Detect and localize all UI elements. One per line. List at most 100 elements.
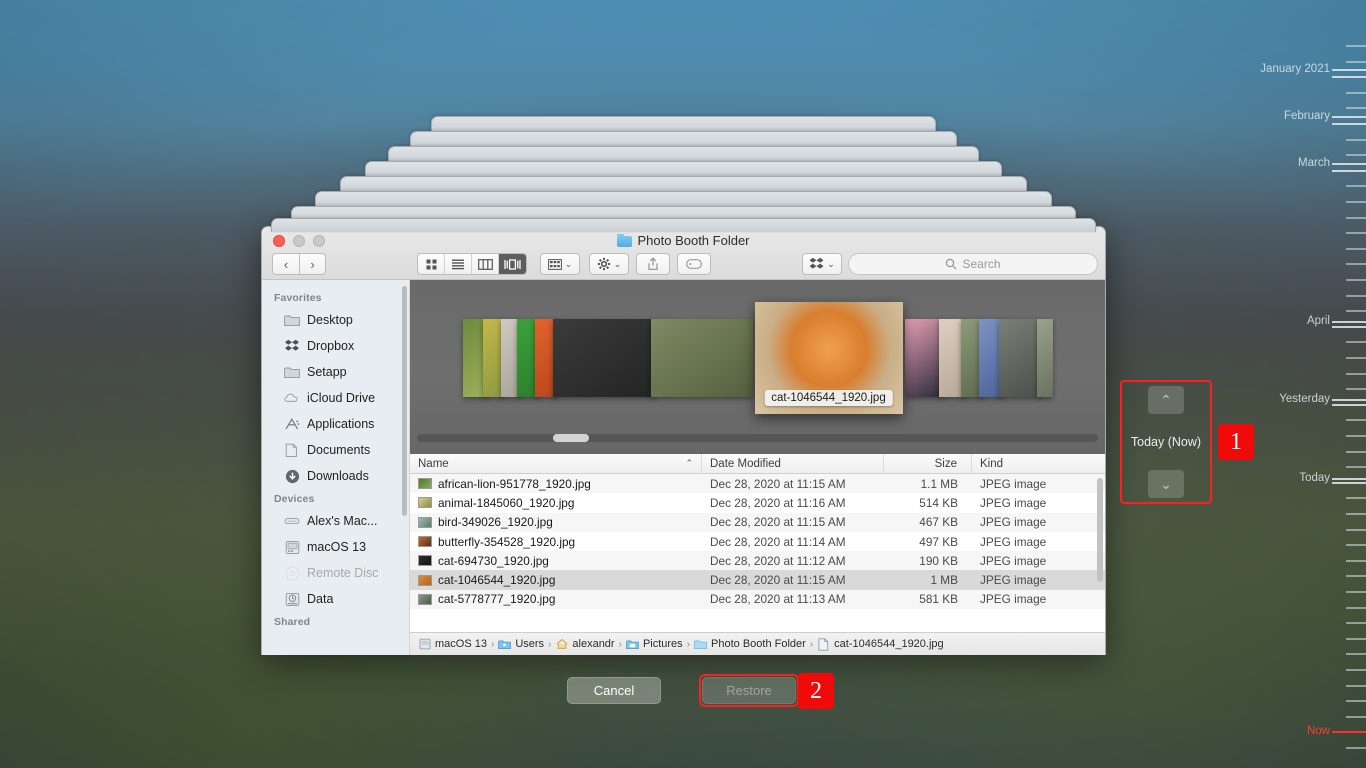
sort-ascending-icon: ⌃ <box>685 458 693 469</box>
sidebar-item-setapp[interactable]: Setapp <box>262 359 409 385</box>
dropbox-button[interactable]: ⌄ <box>802 253 842 275</box>
coverflow-scroll-thumb[interactable] <box>553 434 589 442</box>
timemachine-disk-icon <box>284 591 300 607</box>
group-by-button[interactable]: ⌄ <box>540 253 580 275</box>
timeline-tick <box>1332 404 1366 406</box>
breadcrumb-segment[interactable]: macOS 13 <box>418 638 487 651</box>
timeline-label[interactable]: February <box>1284 110 1330 122</box>
file-list-scrollbar[interactable] <box>1097 478 1103 582</box>
timeline-label[interactable]: Today <box>1299 472 1330 484</box>
timemachine-current-date-label: Today (Now) <box>1131 435 1201 449</box>
column-header-date[interactable]: Date Modified <box>702 454 884 474</box>
coverflow-thumbnail[interactable] <box>905 319 943 397</box>
timeline-label[interactable]: Yesterday <box>1279 393 1330 405</box>
timeline-tick <box>1346 575 1366 577</box>
table-row[interactable]: cat-5778777_1920.jpgDec 28, 2020 at 11:1… <box>410 590 1105 609</box>
file-date-cell: Dec 28, 2020 at 11:12 AM <box>702 551 884 570</box>
table-row[interactable]: cat-694730_1920.jpg Dec 28, 2020 at 11:12… <box>410 551 1105 570</box>
timeline-tick <box>1346 716 1366 718</box>
file-kind-cell: JPEG image <box>972 570 1105 589</box>
breadcrumb-separator: › <box>687 639 690 650</box>
share-button[interactable] <box>636 253 670 275</box>
cloud-icon <box>284 390 300 406</box>
file-name-cell: african-lion-951778_1920.jpg <box>410 474 702 493</box>
column-view-button[interactable] <box>472 254 499 274</box>
file-name-text: cat-694730_1920.jpg <box>438 554 549 568</box>
coverflow-thumbnail[interactable] <box>553 319 655 397</box>
timeline-tick <box>1346 279 1366 281</box>
optical-disc-icon <box>284 565 300 581</box>
column-header-kind[interactable]: Kind <box>972 454 1105 474</box>
timeline-tick <box>1332 69 1366 71</box>
content-pane: cat-1046544_1920.jpg Name ⌃ Date Modifie… <box>410 280 1105 655</box>
sidebar-scrollbar[interactable] <box>402 286 407 516</box>
coverflow-scrollbar[interactable] <box>417 434 1098 442</box>
column-header-name[interactable]: Name ⌃ <box>410 454 702 474</box>
chevron-left-icon: ‹ <box>284 258 288 271</box>
breadcrumb-separator: › <box>548 639 551 650</box>
timeline-tick <box>1346 451 1366 453</box>
timeline-label[interactable]: January 2021 <box>1260 63 1330 75</box>
timeline-tick <box>1346 232 1366 234</box>
search-input[interactable]: Search <box>848 253 1098 275</box>
back-button[interactable]: ‹ <box>272 253 299 275</box>
tag-icon <box>686 259 702 269</box>
toolbar: ‹ › ⌄ <box>262 249 1105 279</box>
sidebar-item-icloud-drive[interactable]: iCloud Drive <box>262 385 409 411</box>
table-row[interactable]: butterfly-354528_1920.jpgDec 28, 2020 at… <box>410 532 1105 551</box>
timemachine-back-in-time-button[interactable]: ⌃ <box>1148 386 1184 414</box>
users-folder-icon <box>498 638 511 651</box>
coverflow-thumbnail[interactable] <box>651 319 753 397</box>
cancel-button[interactable]: Cancel <box>567 677 661 704</box>
timeline-label[interactable]: Now <box>1307 725 1330 737</box>
breadcrumb-segment[interactable]: Pictures <box>626 638 683 651</box>
timemachine-timeline[interactable]: January 2021 February March April Yesterday T… <box>1236 0 1366 768</box>
breadcrumb-segment[interactable]: Users <box>498 638 544 651</box>
sidebar-item-documents[interactable]: Documents <box>262 437 409 463</box>
sidebar-item-downloads[interactable]: Downloads <box>262 463 409 489</box>
sidebar-item-label: Dropbox <box>307 339 354 353</box>
sidebar-item-dropbox[interactable]: Dropbox <box>262 333 409 359</box>
file-name-cell: bird-349026_1920.jpg <box>410 513 702 532</box>
timeline-label[interactable]: March <box>1298 157 1330 169</box>
sidebar-item-data[interactable]: Data <box>262 586 409 612</box>
timeline-tick <box>1346 419 1366 421</box>
icon-view-button[interactable] <box>418 254 445 274</box>
breadcrumb-segment[interactable]: alexandr <box>555 638 614 651</box>
breadcrumb-segment[interactable]: cat-1046544_1920.jpg <box>817 638 943 651</box>
sidebar-item-macos-13[interactable]: macOS 13 <box>262 534 409 560</box>
sidebar-item-label: Documents <box>307 443 370 457</box>
forward-button[interactable]: › <box>299 253 326 275</box>
file-size-cell: 514 KB <box>884 493 972 512</box>
timemachine-stack-layer[interactable] <box>271 218 1096 232</box>
timeline-now-tick <box>1332 731 1366 733</box>
table-row[interactable]: cat-1046544_1920.jpgDec 28, 2020 at 11:1… <box>410 570 1105 589</box>
timeline-tick <box>1332 116 1366 118</box>
file-name-text: cat-1046544_1920.jpg <box>438 573 555 587</box>
sidebar-item-desktop[interactable]: Desktop <box>262 307 409 333</box>
list-view-button[interactable] <box>445 254 472 274</box>
coverflow-selected-thumbnail[interactable]: cat-1046544_1920.jpg <box>755 302 903 414</box>
table-row[interactable]: animal-1845060_1920.jpgDec 28, 2020 at 1… <box>410 493 1105 512</box>
timeline-tick <box>1332 399 1366 401</box>
action-menu-button[interactable]: ⌄ <box>589 253 629 275</box>
restore-button[interactable]: Restore <box>702 677 796 704</box>
breadcrumb-segment[interactable]: Photo Booth Folder <box>694 638 806 651</box>
timeline-label[interactable]: April <box>1307 315 1330 327</box>
tag-button[interactable] <box>677 253 711 275</box>
timemachine-forward-in-time-button[interactable]: ⌄ <box>1148 470 1184 498</box>
timeline-tick <box>1346 466 1366 468</box>
sidebar-item-alex-s-mac[interactable]: Alex's Mac... <box>262 508 409 534</box>
applications-icon <box>284 416 300 432</box>
sidebar-item-applications[interactable]: Applications <box>262 411 409 437</box>
table-row[interactable]: african-lion-951778_1920.jpgDec 28, 2020… <box>410 474 1105 493</box>
coverflow-thumbnail[interactable] <box>999 319 1041 397</box>
coverflow-pane[interactable]: cat-1046544_1920.jpg <box>410 280 1105 454</box>
coverflow-view-button[interactable] <box>499 254 526 274</box>
table-row[interactable]: bird-349026_1920.jpgDec 28, 2020 at 11:1… <box>410 513 1105 532</box>
column-header-size[interactable]: Size <box>884 454 972 474</box>
timeline-tick <box>1332 321 1366 323</box>
coverflow-thumbnail[interactable] <box>1037 319 1053 397</box>
sidebar-item-remote-disc[interactable]: Remote Disc <box>262 560 409 586</box>
coverflow-filename-label: cat-1046544_1920.jpg <box>764 390 892 406</box>
